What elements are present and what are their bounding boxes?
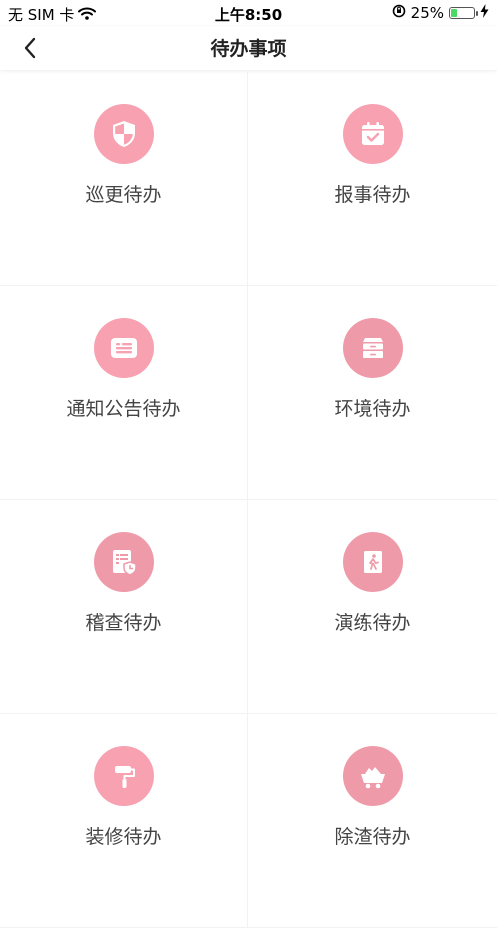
todo-item-label: 巡更待办 <box>85 184 162 206</box>
status-bar: 无 SIM 卡 上午8:50 25% <box>0 0 497 26</box>
todo-item-slag-removal[interactable]: 除渣待办 <box>248 714 497 928</box>
calendar-check-icon <box>342 104 403 164</box>
battery-icon <box>449 7 478 19</box>
mine-cart-icon <box>342 746 403 806</box>
todo-item-report[interactable]: 报事待办 <box>248 72 497 286</box>
todo-item-label: 环境待办 <box>334 398 411 420</box>
page-title: 待办事项 <box>210 38 287 60</box>
todo-item-notice[interactable]: 通知公告待办 <box>0 286 248 500</box>
todo-item-patrol[interactable]: 巡更待办 <box>0 72 248 286</box>
todo-item-drill[interactable]: 演练待办 <box>248 500 497 714</box>
battery-percent: 25% <box>410 4 444 22</box>
shield-icon <box>93 104 154 164</box>
todo-item-label: 装修待办 <box>85 826 162 848</box>
todo-grid: 巡更待办 报事待办 通知公告待办 环境待办 稽查待办 演练待办 装修待办 除渣待… <box>0 72 497 928</box>
todo-item-label: 稽查待办 <box>85 612 162 634</box>
document-shield-icon <box>93 532 154 592</box>
message-icon <box>93 318 154 378</box>
nav-bar: 待办事项 <box>0 26 497 70</box>
emergency-exit-icon <box>342 532 403 592</box>
todo-item-environment[interactable]: 环境待办 <box>248 286 497 500</box>
charging-icon <box>480 4 489 22</box>
todo-item-inspection[interactable]: 稽查待办 <box>0 500 248 714</box>
orientation-lock-icon <box>392 4 406 22</box>
todo-item-label: 通知公告待办 <box>66 398 181 420</box>
paint-roller-icon <box>93 746 154 806</box>
battery-fill <box>451 9 457 17</box>
cabinet-icon <box>342 318 403 378</box>
todo-item-label: 演练待办 <box>334 612 411 634</box>
todo-item-decoration[interactable]: 装修待办 <box>0 714 248 928</box>
todo-item-label: 报事待办 <box>334 184 411 206</box>
status-right: 25% <box>392 4 489 22</box>
todo-item-label: 除渣待办 <box>334 826 411 848</box>
